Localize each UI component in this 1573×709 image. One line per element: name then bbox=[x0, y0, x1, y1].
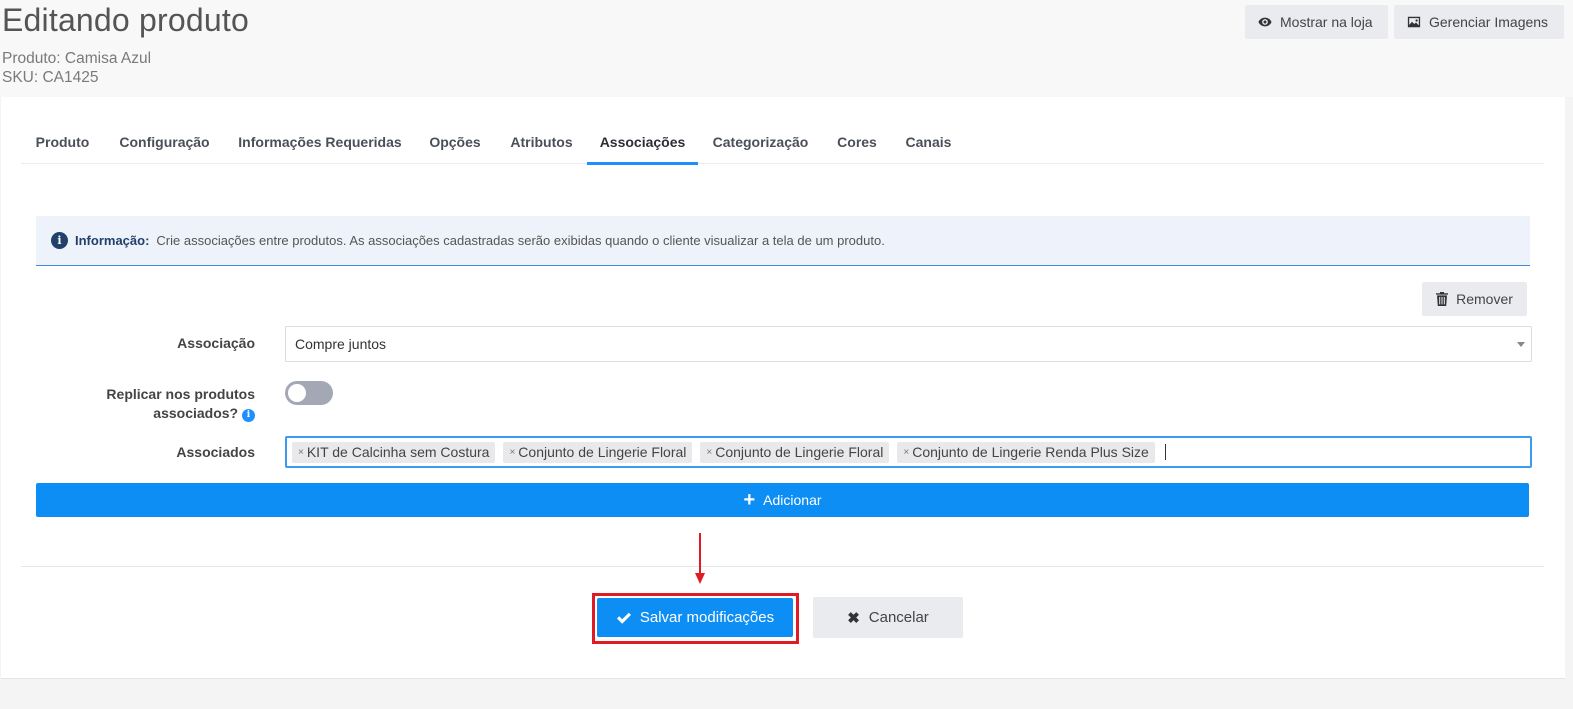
tab-atributos[interactable]: Atributos bbox=[502, 120, 581, 163]
add-label: Adicionar bbox=[763, 492, 822, 508]
association-select[interactable]: Compre juntos bbox=[285, 326, 1532, 362]
help-icon[interactable]: i bbox=[242, 409, 255, 422]
add-button[interactable]: + Adicionar bbox=[36, 483, 1529, 517]
association-value: Compre juntos bbox=[295, 336, 387, 352]
tag-label: Conjunto de Lingerie Floral bbox=[518, 444, 687, 460]
tag-label: Conjunto de Lingerie Renda Plus Size bbox=[912, 444, 1149, 460]
association-label: Associação bbox=[177, 335, 255, 351]
tab-produto[interactable]: Produto bbox=[21, 120, 104, 163]
replicate-label: Replicar nos produtos associados? i bbox=[60, 385, 255, 423]
info-icon: i bbox=[51, 232, 68, 249]
info-label: Informação: bbox=[75, 233, 150, 248]
associated-tag: × Conjunto de Lingerie Renda Plus Size bbox=[897, 441, 1155, 463]
manage-images-button[interactable]: Gerenciar Imagens bbox=[1394, 5, 1564, 39]
tag-label: KIT de Calcinha sem Costura bbox=[306, 444, 490, 460]
tab-canais[interactable]: Canais bbox=[900, 120, 957, 163]
save-changes-button[interactable]: Salvar modificações bbox=[597, 598, 793, 637]
plus-icon: + bbox=[743, 489, 756, 511]
image-icon bbox=[1407, 16, 1421, 28]
remove-tag-icon[interactable]: × bbox=[706, 447, 712, 458]
show-in-store-button[interactable]: Mostrar na loja bbox=[1245, 5, 1388, 39]
caret-down-icon bbox=[1517, 342, 1525, 347]
remove-tag-icon[interactable]: × bbox=[509, 447, 515, 458]
manage-images-label: Gerenciar Imagens bbox=[1429, 14, 1549, 30]
associated-tag: × Conjunto de Lingerie Floral bbox=[503, 441, 693, 463]
tab-bar: Produto Configuração Informações Requeri… bbox=[21, 120, 1544, 165]
product-name: Produto: Camisa Azul bbox=[2, 50, 152, 67]
tab-associacoes[interactable]: Associações bbox=[587, 120, 698, 165]
eye-icon bbox=[1258, 17, 1272, 27]
tag-label: Conjunto de Lingerie Floral bbox=[715, 444, 884, 460]
associated-tag: × Conjunto de Lingerie Floral bbox=[700, 441, 890, 463]
cancel-label: Cancelar bbox=[868, 609, 929, 626]
check-icon bbox=[616, 612, 631, 624]
tab-cores[interactable]: Cores bbox=[833, 120, 881, 163]
replicate-label-line1: Replicar nos produtos bbox=[106, 386, 255, 402]
page-title: Editando produto bbox=[2, 2, 249, 38]
close-icon: ✖ bbox=[847, 609, 860, 627]
tab-opcoes[interactable]: Opções bbox=[421, 120, 489, 163]
tab-configuracao[interactable]: Configuração bbox=[112, 120, 217, 163]
trash-icon bbox=[1436, 292, 1449, 306]
remove-tag-icon[interactable]: × bbox=[903, 447, 909, 458]
divider bbox=[21, 566, 1544, 567]
show-in-store-label: Mostrar na loja bbox=[1280, 14, 1373, 30]
toggle-knob bbox=[288, 384, 306, 402]
cancel-button[interactable]: ✖ Cancelar bbox=[813, 597, 963, 638]
info-text: Crie associações entre produtos. As asso… bbox=[156, 233, 885, 248]
page-header: Editando produto Produto: Camisa Azul SK… bbox=[0, 0, 1573, 97]
tab-informacoes-requeridas[interactable]: Informações Requeridas bbox=[230, 120, 410, 163]
product-sku: SKU: CA1425 bbox=[2, 69, 99, 86]
associated-tags-input[interactable]: × KIT de Calcinha sem Costura × Conjunto… bbox=[285, 436, 1532, 468]
red-arrow-annotation bbox=[695, 533, 705, 584]
remove-button[interactable]: Remover bbox=[1422, 282, 1527, 316]
associated-label: Associados bbox=[176, 444, 255, 460]
remove-tag-icon[interactable]: × bbox=[298, 447, 304, 458]
save-label: Salvar modificações bbox=[639, 609, 775, 626]
replicate-toggle[interactable] bbox=[285, 381, 333, 405]
text-cursor bbox=[1164, 444, 1166, 460]
remove-label: Remover bbox=[1456, 291, 1513, 307]
info-alert: i Informação: Crie associações entre pro… bbox=[36, 216, 1530, 266]
associated-tag: × KIT de Calcinha sem Costura bbox=[292, 441, 496, 463]
replicate-label-line2: associados? bbox=[153, 405, 239, 421]
tab-categorizacao[interactable]: Categorização bbox=[709, 120, 812, 163]
